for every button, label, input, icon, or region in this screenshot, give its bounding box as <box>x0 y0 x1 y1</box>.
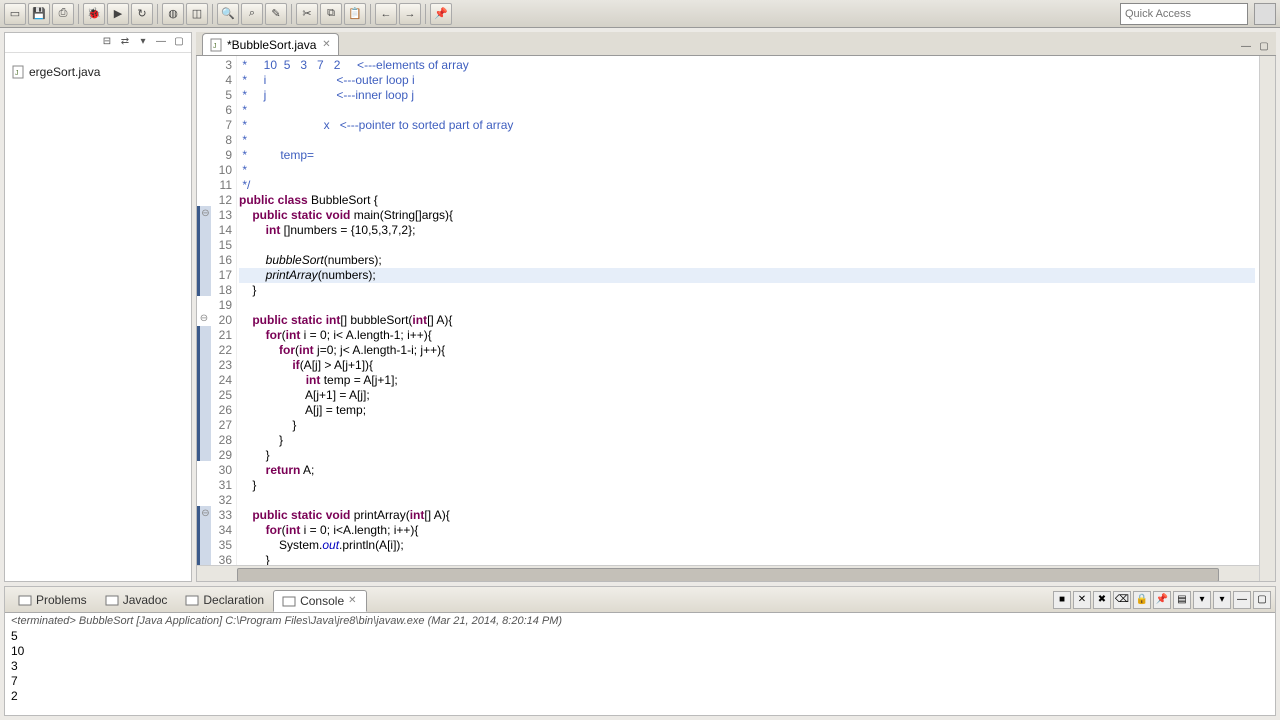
collapse-all-icon[interactable]: ⊟ <box>99 36 115 50</box>
open-console-icon[interactable]: ▾ <box>1193 591 1211 609</box>
close-icon[interactable]: ✕ <box>348 595 358 606</box>
search-icon[interactable]: ⌕ <box>241 3 263 25</box>
java-file-icon: J <box>11 65 25 79</box>
bottom-tab-bar: ProblemsJavadocDeclarationConsole✕ ■ ✕ ✖… <box>5 587 1275 613</box>
back-icon[interactable]: ← <box>375 3 397 25</box>
tab-icon <box>185 593 199 607</box>
paste-icon[interactable]: 📋 <box>344 3 366 25</box>
copy-icon[interactable]: ⧉ <box>320 3 342 25</box>
main-toolbar: ▭ 💾 ⎙ 🐞 ▶ ↻ ◍ ◫ 🔍 ⌕ ✎ ✂ ⧉ 📋 ← → 📌 <box>0 0 1280 28</box>
sidebar-item-file[interactable]: J ergeSort.java <box>9 61 187 83</box>
package-explorer: ⊟ ⇄ ▾ — ▢ J ergeSort.java <box>4 32 192 582</box>
editor-tab-label: *BubbleSort.java <box>227 38 316 52</box>
tab-javadoc[interactable]: Javadoc <box>96 589 177 611</box>
tab-console[interactable]: Console✕ <box>273 590 367 612</box>
toggle-mark-icon[interactable]: ✎ <box>265 3 287 25</box>
forward-icon[interactable]: → <box>399 3 421 25</box>
terminate-icon[interactable]: ■ <box>1053 591 1071 609</box>
close-icon[interactable]: ✕ <box>320 39 332 51</box>
tab-icon <box>282 594 296 608</box>
tab-problems[interactable]: Problems <box>9 589 96 611</box>
new-package-icon[interactable]: ◫ <box>186 3 208 25</box>
editor-tab-bar: J *BubbleSort.java ✕ — ▢ <box>196 32 1276 56</box>
minimize-icon[interactable]: — <box>153 36 169 50</box>
tab-icon <box>105 593 119 607</box>
open-type-icon[interactable]: 🔍 <box>217 3 239 25</box>
svg-text:J: J <box>15 70 19 77</box>
console-header: <terminated> BubbleSort [Java Applicatio… <box>5 613 1275 629</box>
line-number-gutter[interactable]: 3456789101112131415161718192021222324252… <box>211 56 237 581</box>
new-icon[interactable]: ▭ <box>4 3 26 25</box>
editor-maximize-icon[interactable]: ▢ <box>1256 41 1272 55</box>
tab-icon <box>18 593 32 607</box>
editor-minimize-icon[interactable]: — <box>1238 41 1254 55</box>
console-panel: ProblemsJavadocDeclarationConsole✕ ■ ✕ ✖… <box>4 586 1276 716</box>
remove-launch-icon[interactable]: ✕ <box>1073 591 1091 609</box>
svg-text:J: J <box>213 43 217 50</box>
java-file-icon: J <box>209 38 223 52</box>
save-all-icon[interactable]: ⎙ <box>52 3 74 25</box>
new-console-icon[interactable]: ▾ <box>1213 591 1231 609</box>
view-menu-icon[interactable]: ▾ <box>135 36 151 50</box>
run-last-icon[interactable]: ↻ <box>131 3 153 25</box>
tab-declaration[interactable]: Declaration <box>176 589 273 611</box>
scroll-lock-icon[interactable]: 🔒 <box>1133 591 1151 609</box>
perspective-switcher[interactable] <box>1254 3 1276 25</box>
quick-access-input[interactable] <box>1120 3 1248 25</box>
console-max-icon[interactable]: ▢ <box>1253 591 1271 609</box>
horizontal-scrollbar[interactable] <box>197 565 1259 581</box>
code-editor[interactable]: ⊖⊖⊖ 345678910111213141516171819202122232… <box>196 56 1276 582</box>
pin-icon[interactable]: 📌 <box>430 3 452 25</box>
link-editor-icon[interactable]: ⇄ <box>117 36 133 50</box>
run-icon[interactable]: ▶ <box>107 3 129 25</box>
debug-icon[interactable]: 🐞 <box>83 3 105 25</box>
console-output[interactable]: 510372 <box>5 629 1275 715</box>
pin-console-icon[interactable]: 📌 <box>1153 591 1171 609</box>
quick-access <box>1120 3 1248 25</box>
cut-icon[interactable]: ✂ <box>296 3 318 25</box>
clear-console-icon[interactable]: ⌫ <box>1113 591 1131 609</box>
vertical-scrollbar[interactable] <box>1259 56 1275 581</box>
save-icon[interactable]: 💾 <box>28 3 50 25</box>
remove-all-icon[interactable]: ✖ <box>1093 591 1111 609</box>
display-console-icon[interactable]: ▤ <box>1173 591 1191 609</box>
console-min-icon[interactable]: — <box>1233 591 1251 609</box>
sidebar-item-label: ergeSort.java <box>29 65 100 79</box>
maximize-icon[interactable]: ▢ <box>171 36 187 50</box>
editor-tab[interactable]: J *BubbleSort.java ✕ <box>202 33 339 55</box>
new-class-icon[interactable]: ◍ <box>162 3 184 25</box>
